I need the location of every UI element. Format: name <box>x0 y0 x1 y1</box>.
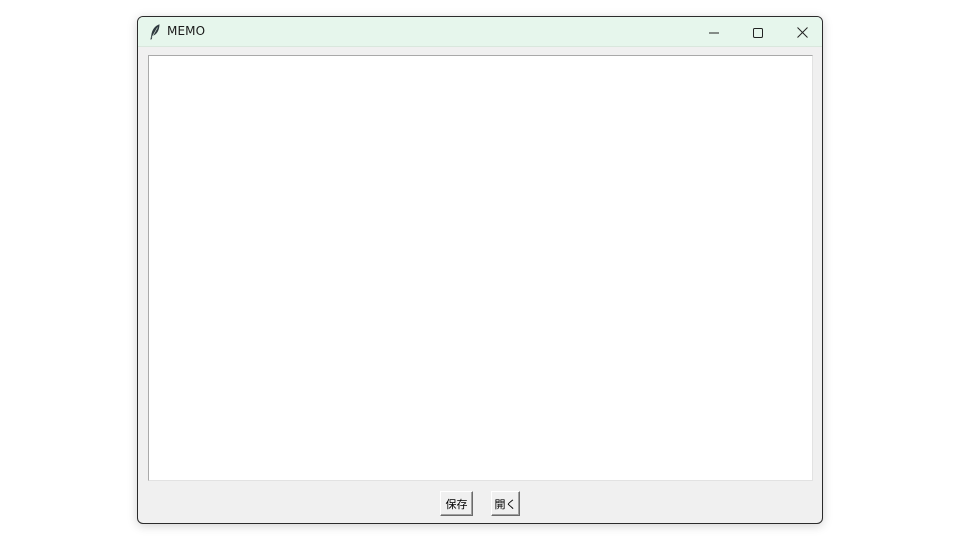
feather-icon <box>148 23 162 41</box>
maximize-button[interactable] <box>736 17 780 47</box>
open-button[interactable]: 開く <box>491 491 520 516</box>
minimize-icon <box>709 23 719 42</box>
window-title: MEMO <box>167 24 206 38</box>
close-button[interactable] <box>780 17 822 47</box>
memo-window: MEMO 保存 開く <box>137 16 823 524</box>
maximize-icon <box>753 23 763 42</box>
save-button[interactable]: 保存 <box>440 491 473 516</box>
minimize-button[interactable] <box>692 17 736 47</box>
close-icon <box>796 23 808 42</box>
memo-text-area[interactable] <box>148 55 813 481</box>
title-bar[interactable]: MEMO <box>138 17 822 47</box>
